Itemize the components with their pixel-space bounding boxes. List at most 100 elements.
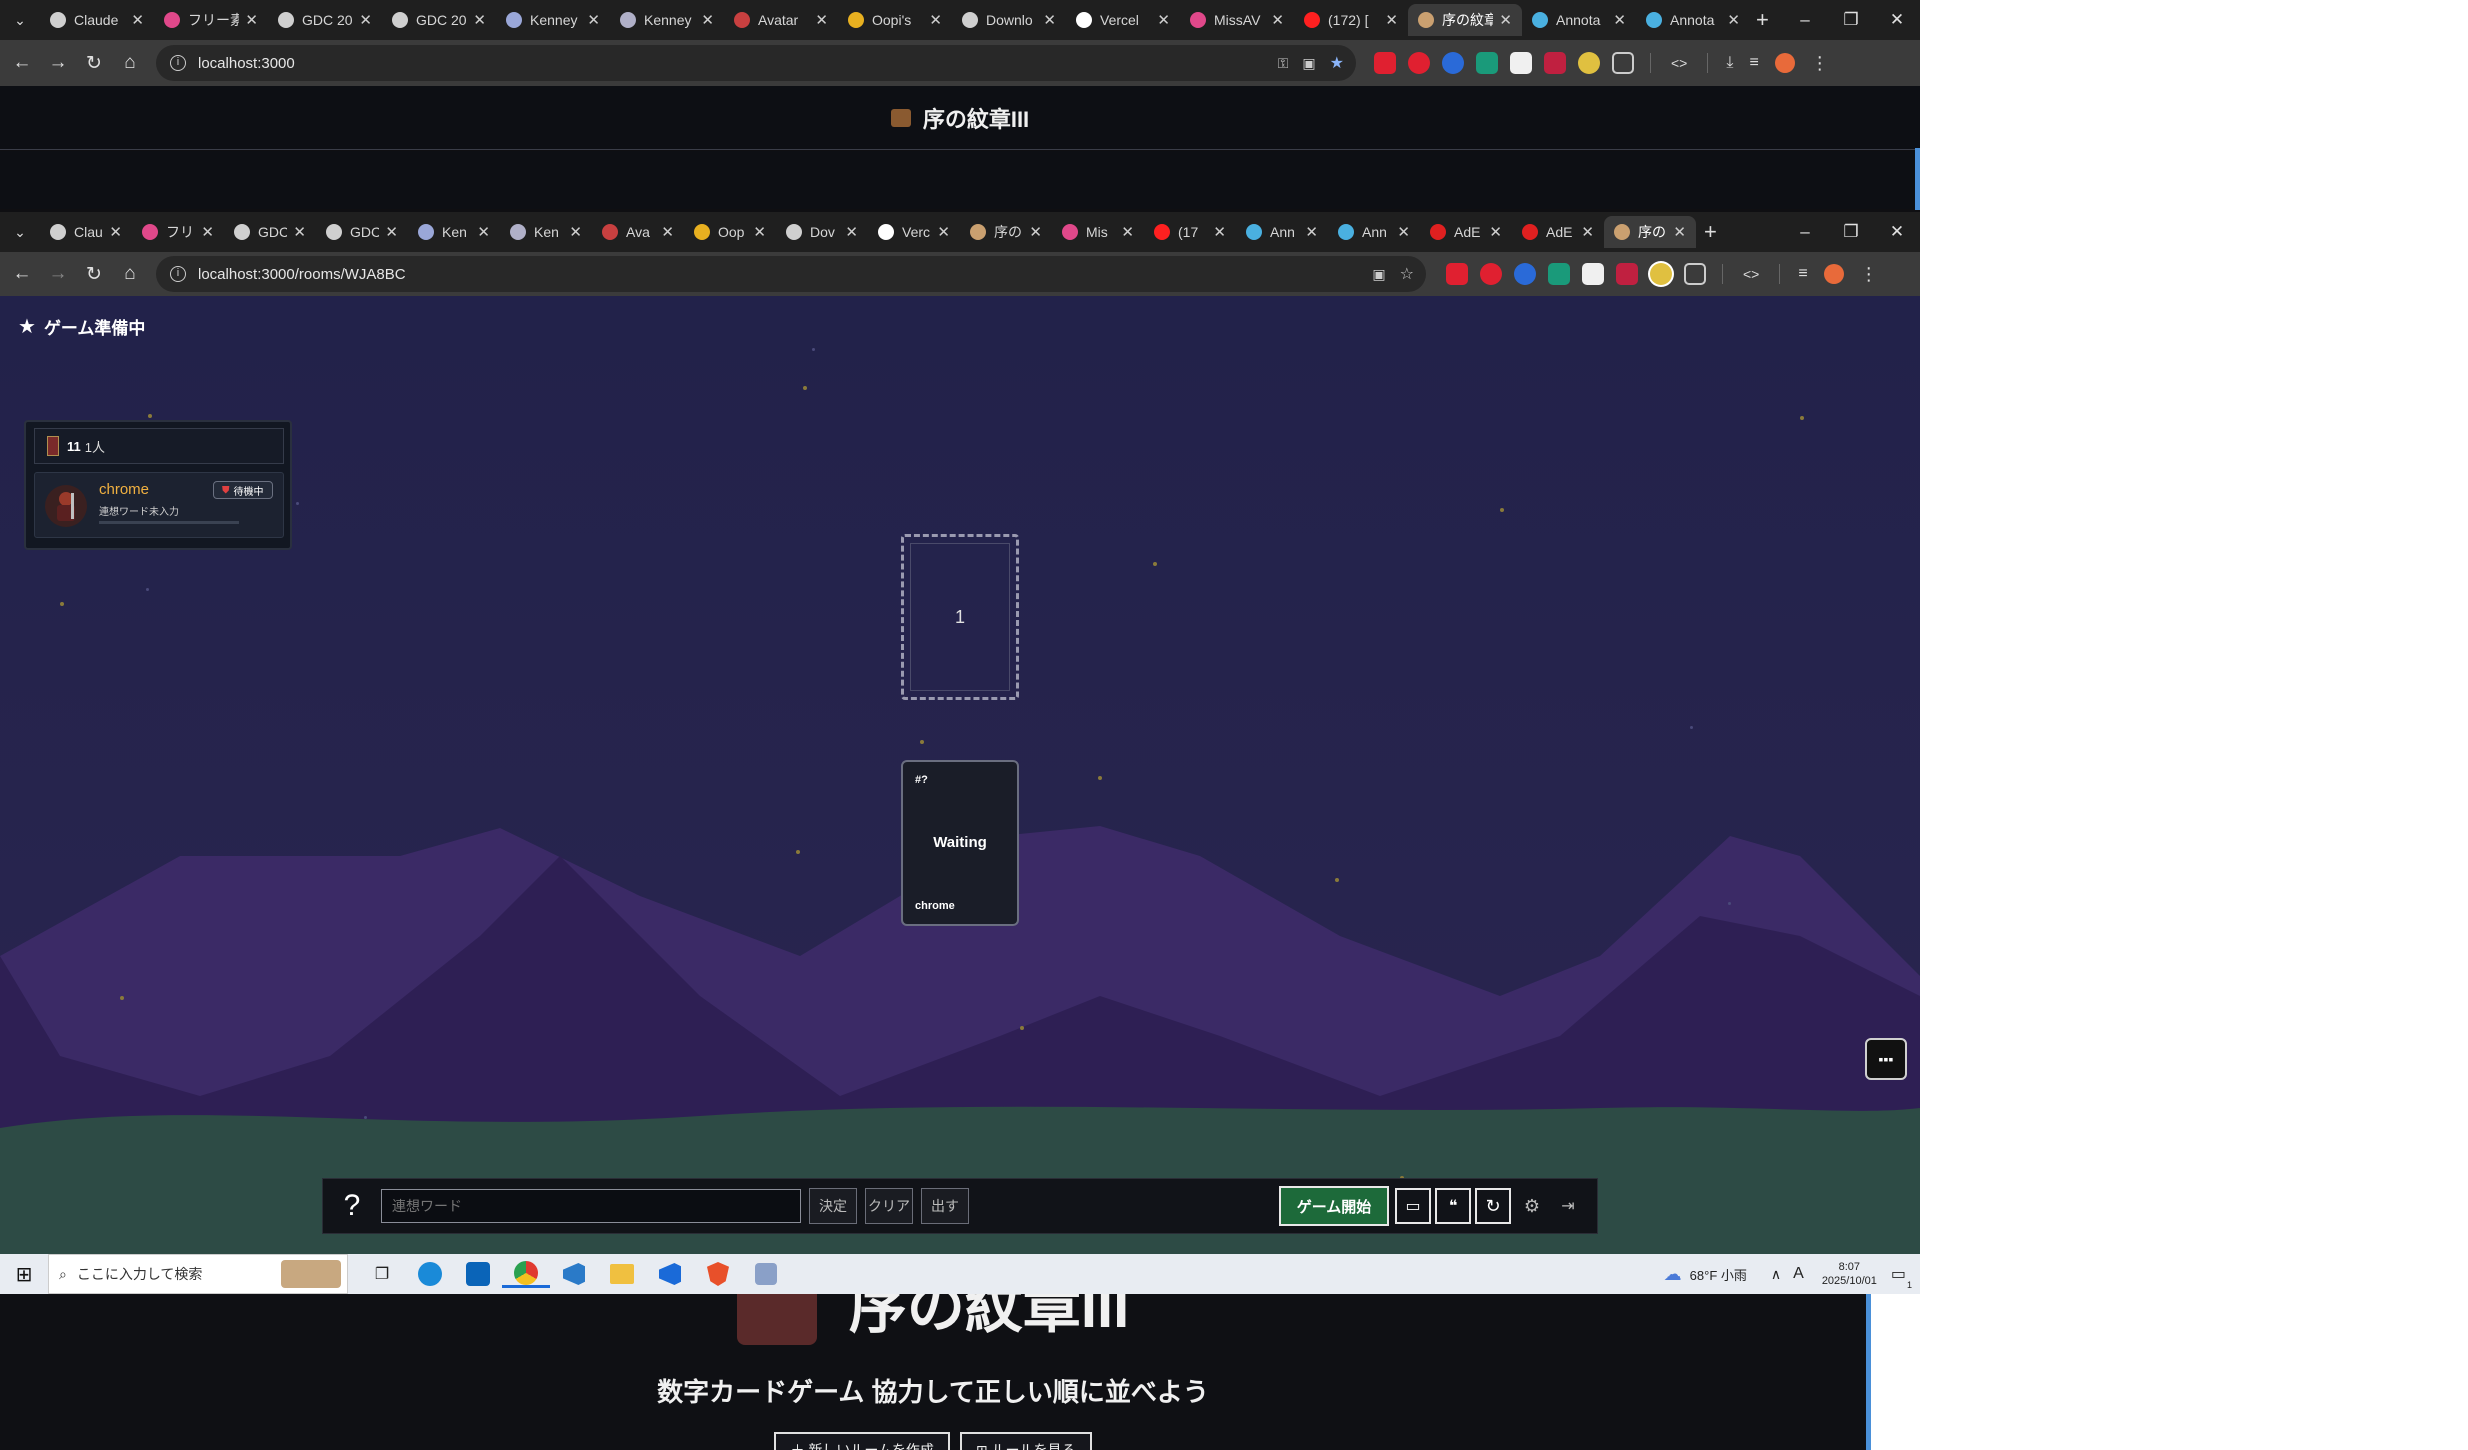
tab-close-icon[interactable]: ✕ — [1271, 11, 1284, 29]
install-icon[interactable]: ▣ — [1372, 266, 1385, 283]
home-icon[interactable]: ⌂ — [112, 263, 148, 285]
tab-close-icon[interactable]: ✕ — [845, 223, 858, 241]
inner-tab[interactable]: Ken ✕ — [408, 216, 500, 248]
site-info-icon[interactable]: i — [170, 266, 186, 282]
tab-close-icon[interactable]: ✕ — [1043, 11, 1056, 29]
tab-close-icon[interactable]: ✕ — [1581, 223, 1594, 241]
outer-tab[interactable]: MissAV ✕ — [1180, 4, 1294, 36]
download-icon[interactable]: ⤓ — [1726, 54, 1733, 72]
tab-search-chevron-icon[interactable]: ⌄ — [0, 224, 40, 241]
new-tab-button[interactable]: + — [1756, 7, 1769, 33]
inner-tab[interactable]: 序の ✕ — [960, 216, 1052, 248]
tab-close-icon[interactable]: ✕ — [385, 223, 398, 241]
inner-tab[interactable]: フリ ✕ — [132, 216, 224, 248]
menu-kebab-icon[interactable]: ⋮ — [1860, 264, 1878, 285]
outer-page-scrollbar[interactable] — [1866, 1294, 1871, 1450]
refresh-icon[interactable]: ↻ — [1475, 1188, 1511, 1224]
tab-close-icon[interactable]: ✕ — [109, 223, 122, 241]
vscode-icon[interactable] — [646, 1263, 694, 1285]
extension-icon[interactable] — [1476, 52, 1498, 74]
close-window-button[interactable]: ✕ — [1874, 222, 1920, 242]
inner-tab[interactable]: Ann ✕ — [1236, 216, 1328, 248]
tab-close-icon[interactable]: ✕ — [1029, 223, 1042, 241]
tab-close-icon[interactable]: ✕ — [473, 11, 486, 29]
inner-tab[interactable]: AdE ✕ — [1420, 216, 1512, 248]
extension-icon[interactable] — [1510, 52, 1532, 74]
outer-tab[interactable]: (172) [✕ — [1294, 4, 1408, 36]
extensions-puzzle-icon[interactable] — [1684, 263, 1706, 285]
inner-tab[interactable]: GDC ✕ — [316, 216, 408, 248]
restore-button[interactable]: ❐ — [1828, 222, 1874, 242]
chat-button[interactable]: ▪▪▪ — [1865, 1038, 1907, 1080]
media-icon[interactable]: ≡ — [1798, 265, 1807, 283]
tab-close-icon[interactable]: ✕ — [201, 223, 214, 241]
outer-tab[interactable]: Annota ✕ — [1636, 4, 1750, 36]
install-icon[interactable]: ▣ — [1302, 55, 1315, 72]
tab-close-icon[interactable]: ✕ — [1673, 223, 1686, 241]
extension-icon[interactable] — [1650, 263, 1672, 285]
devtools-icon[interactable]: <> — [1671, 55, 1687, 71]
key-icon[interactable]: ⚿ — [1278, 55, 1289, 72]
inner-tab[interactable]: 序の ✕ — [1604, 216, 1696, 248]
new-tab-button[interactable]: + — [1704, 219, 1717, 245]
decide-button[interactable]: 決定 — [809, 1188, 857, 1224]
inner-tab[interactable]: (17 ✕ — [1144, 216, 1236, 248]
bookmark-star-icon[interactable]: ☆ — [1400, 264, 1414, 284]
inner-tab[interactable]: Ann ✕ — [1328, 216, 1420, 248]
chat-bubbles-icon[interactable]: ❝ — [1435, 1188, 1471, 1224]
tab-close-icon[interactable]: ✕ — [1385, 11, 1398, 29]
tab-close-icon[interactable]: ✕ — [1397, 223, 1410, 241]
inner-tab[interactable]: Ava ✕ — [592, 216, 684, 248]
profile-avatar[interactable] — [1774, 53, 1795, 73]
minimize-button[interactable]: – — [1782, 10, 1828, 30]
tab-close-icon[interactable]: ✕ — [587, 11, 600, 29]
weather-text[interactable]: 68°F 小雨 — [1690, 1265, 1747, 1284]
extension-icon[interactable] — [1544, 52, 1566, 74]
outer-tab[interactable]: Kenney ✕ — [496, 4, 610, 36]
tab-close-icon[interactable]: ✕ — [701, 11, 714, 29]
card-icon[interactable]: ▭ — [1395, 1188, 1431, 1224]
tab-close-icon[interactable]: ✕ — [753, 223, 766, 241]
inner-tab[interactable]: Dov ✕ — [776, 216, 868, 248]
reload-icon[interactable]: ↻ — [76, 52, 112, 75]
inner-omnibox[interactable]: i localhost:3000/rooms/WJA8BC ▣ ☆ — [156, 256, 1426, 292]
brave-icon[interactable] — [694, 1262, 742, 1286]
chevron-up-icon[interactable]: ∧ — [1771, 1266, 1781, 1283]
restore-button[interactable]: ❐ — [1828, 10, 1874, 30]
outer-tab[interactable]: Annota ✕ — [1522, 4, 1636, 36]
tab-close-icon[interactable]: ✕ — [293, 223, 306, 241]
tab-close-icon[interactable]: ✕ — [359, 11, 372, 29]
extension-icon[interactable] — [1582, 263, 1604, 285]
site-info-icon[interactable]: i — [170, 55, 186, 71]
inner-tab[interactable]: Verc ✕ — [868, 216, 960, 248]
extension-icon[interactable] — [1578, 52, 1600, 74]
outer-tab[interactable]: GDC 20 ✕ — [268, 4, 382, 36]
extension-icon[interactable] — [1616, 263, 1638, 285]
extension-icon[interactable] — [1480, 263, 1502, 285]
minimize-button[interactable]: – — [1782, 222, 1828, 242]
tab-close-icon[interactable]: ✕ — [815, 11, 828, 29]
extension-icon[interactable] — [1442, 52, 1464, 74]
extension-icon[interactable] — [1408, 52, 1430, 74]
player-row[interactable]: chrome 連想ワード未入力 ⛊ 待機中 — [34, 472, 284, 538]
reload-icon[interactable]: ↻ — [76, 263, 112, 286]
windows-start-icon[interactable]: ⊞ — [0, 1262, 48, 1287]
devtools-icon[interactable]: <> — [1743, 266, 1759, 282]
clock[interactable]: 8:07 2025/10/01 — [1822, 1260, 1877, 1288]
tab-close-icon[interactable]: ✕ — [929, 11, 942, 29]
outlook-icon[interactable] — [454, 1262, 502, 1286]
card-slot[interactable]: 1 — [901, 534, 1019, 700]
tab-close-icon[interactable]: ✕ — [1613, 11, 1626, 29]
back-icon[interactable]: ← — [4, 52, 40, 74]
taskbar-search[interactable]: ⌕ ここに入力して検索 — [48, 1254, 348, 1294]
task-view-icon[interactable]: ❐ — [358, 1264, 406, 1284]
tab-close-icon[interactable]: ✕ — [1489, 223, 1502, 241]
tab-close-icon[interactable]: ✕ — [569, 223, 582, 241]
tab-close-icon[interactable]: ✕ — [937, 223, 950, 241]
submit-button[interactable]: 出す — [921, 1188, 969, 1224]
view-rules-button[interactable]: ⊞ ルールを見る — [959, 1432, 1092, 1450]
chrome-icon[interactable] — [502, 1260, 550, 1288]
start-game-button[interactable]: ゲーム開始 — [1279, 1186, 1389, 1226]
extension-icon[interactable] — [1514, 263, 1536, 285]
inner-tab[interactable]: Mis ✕ — [1052, 216, 1144, 248]
